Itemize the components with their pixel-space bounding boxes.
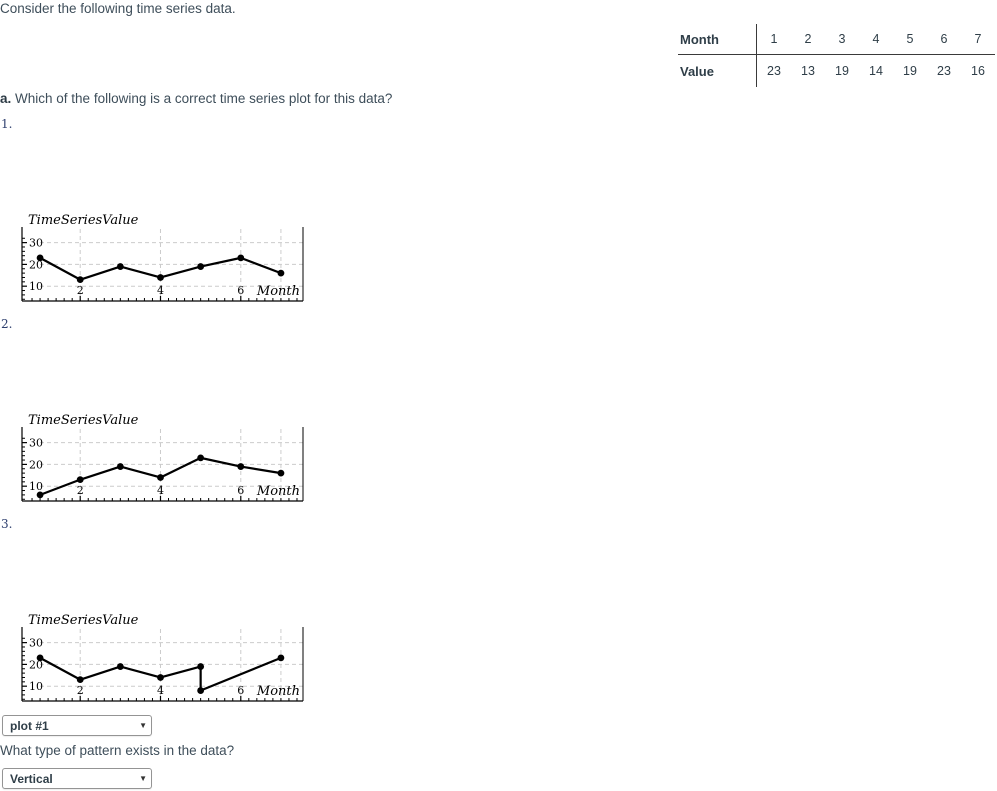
month-cell-1: 1 bbox=[756, 24, 791, 55]
svg-text:30: 30 bbox=[29, 237, 43, 250]
svg-text:TimeSeriesValue: TimeSeriesValue bbox=[28, 613, 139, 628]
question-pattern: What type of pattern exists in the data? bbox=[0, 743, 235, 758]
pattern-choice-value: Vertical bbox=[10, 771, 53, 786]
svg-text:10: 10 bbox=[29, 480, 43, 493]
value-cell-4: 14 bbox=[869, 64, 883, 78]
svg-text:6: 6 bbox=[237, 284, 244, 297]
plot-option-1[interactable]: 1. 10 20 30 2 4 6 TimeSeriesValue Month bbox=[0, 115, 320, 315]
svg-text:10: 10 bbox=[29, 280, 43, 293]
svg-text:6: 6 bbox=[237, 484, 244, 497]
plot-option-3[interactable]: 3. 10 20 30 2 4 6 TimeSeriesValue Month bbox=[0, 515, 320, 715]
svg-text:2: 2 bbox=[77, 684, 84, 697]
value-cell-2: 13 bbox=[801, 64, 815, 78]
value-cell-7: 16 bbox=[971, 64, 985, 78]
svg-text:TimeSeriesValue: TimeSeriesValue bbox=[28, 213, 139, 228]
svg-text:Month: Month bbox=[256, 684, 300, 699]
month-cell-6: 6 bbox=[927, 24, 961, 55]
svg-text:Month: Month bbox=[256, 484, 300, 499]
part-a-text: Which of the following is a correct time… bbox=[15, 91, 393, 106]
svg-text:TimeSeriesValue: TimeSeriesValue bbox=[28, 413, 139, 428]
svg-text:10: 10 bbox=[29, 680, 43, 693]
svg-text:30: 30 bbox=[29, 637, 43, 650]
intro-text: Consider the following time series data. bbox=[0, 1, 236, 16]
svg-text:4: 4 bbox=[157, 284, 164, 297]
month-cell-7: 7 bbox=[961, 24, 995, 55]
chevron-down-icon: ▼ bbox=[139, 720, 147, 730]
pattern-choice-select[interactable]: Vertical ▼ bbox=[2, 768, 152, 789]
value-cell-1: 23 bbox=[767, 64, 781, 78]
month-cell-5: 5 bbox=[893, 24, 927, 55]
svg-text:Month: Month bbox=[256, 284, 300, 299]
table-header-value: Value bbox=[678, 54, 757, 87]
table-row-value: Value 23 13 19 14 19 23 16 bbox=[678, 54, 995, 87]
svg-text:4: 4 bbox=[157, 684, 164, 697]
svg-text:30: 30 bbox=[29, 437, 43, 450]
plot-choice-value: plot #1 bbox=[10, 718, 49, 733]
table-row-month: Month 1 2 3 4 5 6 7 bbox=[678, 24, 995, 55]
plot-choice-select[interactable]: plot #1 ▼ bbox=[2, 715, 152, 736]
table-header-month: Month bbox=[678, 24, 757, 55]
part-a-marker: a. bbox=[0, 91, 12, 106]
svg-text:2: 2 bbox=[77, 284, 84, 297]
time-series-plot-3: 1020302 4 6TimeSeriesValueMonth bbox=[21, 613, 304, 702]
svg-text:6: 6 bbox=[237, 684, 244, 697]
month-cell-2: 2 bbox=[791, 24, 825, 55]
plot-option-2[interactable]: 2. 10 20 30 2 4 6 TimeSeriesValue Month bbox=[0, 315, 320, 515]
month-cell-4: 4 bbox=[859, 24, 893, 55]
chevron-down-icon-2: ▼ bbox=[139, 773, 147, 783]
svg-text:2: 2 bbox=[77, 484, 84, 497]
time-series-plot-2: 10 20 30 2 4 6 TimeSeriesValue Month bbox=[21, 413, 304, 502]
month-cell-3: 3 bbox=[825, 24, 859, 55]
time-series-data-table: Month 1 2 3 4 5 6 7 Value 23 13 19 14 19… bbox=[678, 24, 995, 87]
value-cell-6: 23 bbox=[937, 64, 951, 78]
value-cell-5: 19 bbox=[903, 64, 917, 78]
question-part-a: a. Which of the following is a correct t… bbox=[0, 91, 392, 106]
svg-text:4: 4 bbox=[157, 484, 164, 497]
value-cell-3: 19 bbox=[835, 64, 849, 78]
time-series-plot-1: 1020302 4 6TimeSeriesValueMonth bbox=[21, 213, 304, 302]
svg-text:20: 20 bbox=[29, 458, 43, 471]
